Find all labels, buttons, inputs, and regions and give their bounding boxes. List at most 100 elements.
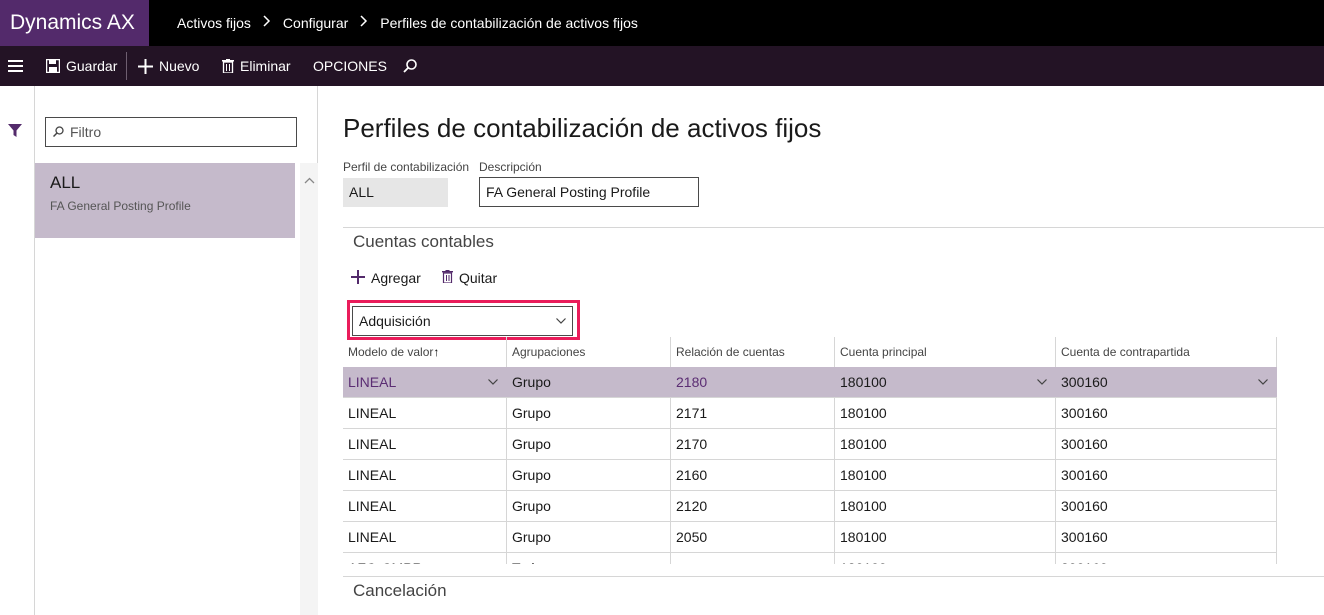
table-row[interactable]: LINEAL Grupo 2171 180100 300160 bbox=[343, 398, 1277, 429]
options-button-label: OPCIONES bbox=[313, 58, 387, 74]
new-button-label: Nuevo bbox=[159, 58, 200, 74]
chevron-down-icon bbox=[1258, 379, 1268, 385]
add-button-label: Agregar bbox=[371, 270, 421, 286]
filter-icon[interactable] bbox=[8, 124, 22, 143]
plus-icon bbox=[351, 269, 365, 287]
breadcrumb-item-posting-profiles[interactable]: Perfiles de contabilización de activos f… bbox=[380, 0, 638, 46]
delete-button-label: Eliminar bbox=[240, 58, 291, 74]
column-header-groupings[interactable]: Agrupaciones bbox=[507, 337, 671, 367]
cell-main-account[interactable]: 180100 bbox=[835, 398, 1056, 428]
cell-account-relation[interactable]: 2171 bbox=[671, 398, 835, 428]
cell-value-model[interactable]: LINEAL bbox=[343, 398, 507, 428]
breadcrumb-item-fixed-assets[interactable]: Activos fijos bbox=[177, 0, 251, 46]
list-item-title: ALL bbox=[50, 173, 81, 192]
cell-offset-account[interactable]: 300160 bbox=[1056, 522, 1277, 552]
plus-icon bbox=[138, 58, 153, 74]
chevron-up-icon bbox=[304, 177, 315, 184]
cell-offset-account[interactable]: 300160 bbox=[1056, 460, 1277, 490]
page-title: Perfiles de contabilización de activos f… bbox=[343, 113, 822, 143]
remove-button[interactable]: Quitar bbox=[442, 266, 497, 290]
cell-value-model[interactable]: LINEAL bbox=[343, 460, 507, 490]
column-header-account-relation[interactable]: Relación de cuentas bbox=[671, 337, 835, 367]
list-scrollbar[interactable] bbox=[300, 163, 318, 615]
filter-placeholder: Filtro bbox=[70, 124, 102, 140]
cell-offset-account[interactable]: 300160 bbox=[1056, 367, 1277, 397]
options-button[interactable]: OPCIONES bbox=[313, 46, 387, 86]
cell-main-account[interactable]: 180100 bbox=[835, 522, 1056, 552]
filter-pane-strip bbox=[0, 86, 35, 615]
cell-main-account[interactable]: 180100 bbox=[835, 553, 1056, 564]
section-divider bbox=[343, 576, 1324, 577]
cell-grouping[interactable]: Grupo bbox=[507, 491, 671, 521]
cell-offset-account[interactable]: 300160 bbox=[1056, 553, 1277, 564]
cell-value-model[interactable]: LINEAL bbox=[343, 491, 507, 521]
filter-input[interactable]: Filtro bbox=[45, 117, 297, 147]
cell-account-relation[interactable]: 2160 bbox=[671, 460, 835, 490]
section-title-disposal[interactable]: Cancelación bbox=[353, 581, 447, 601]
cell-account-relation[interactable]: 2180 bbox=[671, 367, 835, 397]
save-button[interactable]: Guardar bbox=[46, 46, 117, 86]
cell-offset-account[interactable]: 300160 bbox=[1056, 429, 1277, 459]
cell-main-account[interactable]: 180100 bbox=[835, 367, 1056, 397]
trash-icon bbox=[442, 270, 453, 286]
list-item-subtitle: FA General Posting Profile bbox=[50, 199, 191, 213]
cell-account-relation[interactable]: 2170 bbox=[671, 429, 835, 459]
cell-offset-account[interactable]: 300160 bbox=[1056, 491, 1277, 521]
table-row[interactable]: LINEAL Grupo 2120 180100 300160 bbox=[343, 491, 1277, 522]
new-button[interactable]: Nuevo bbox=[138, 46, 199, 86]
cell-account-relation[interactable]: 2120 bbox=[671, 491, 835, 521]
description-field[interactable]: FA General Posting Profile bbox=[479, 177, 699, 207]
cell-value-model[interactable]: LINEAL bbox=[343, 429, 507, 459]
description-label: Descripción bbox=[479, 160, 542, 174]
breadcrumb-item-setup[interactable]: Configurar bbox=[283, 0, 348, 46]
toolbar-divider bbox=[126, 52, 127, 80]
ledger-accounts-grid: Modelo de valor↑ Agrupaciones Relación d… bbox=[343, 337, 1277, 564]
navigation-list-pane: Filtro ALL FA General Posting Profile bbox=[35, 86, 318, 615]
cell-main-account[interactable]: 180100 bbox=[835, 491, 1056, 521]
delete-button[interactable]: Eliminar bbox=[222, 46, 291, 86]
cell-offset-account[interactable]: 300160 bbox=[1056, 398, 1277, 428]
cell-grouping[interactable]: Grupo bbox=[507, 522, 671, 552]
profile-field[interactable]: ALL bbox=[343, 178, 448, 207]
table-row[interactable]: LINEAL Grupo 2180 180100 300160 bbox=[343, 367, 1277, 398]
cell-grouping[interactable]: Grupo bbox=[507, 429, 671, 459]
trash-icon bbox=[222, 59, 234, 73]
cell-main-account[interactable]: 180100 bbox=[835, 429, 1056, 459]
list-item[interactable]: ALL FA General Posting Profile bbox=[35, 163, 295, 238]
cell-value-model[interactable]: LINEAL bbox=[343, 522, 507, 552]
cell-value-model[interactable]: LINEAL bbox=[343, 367, 507, 397]
chevron-down-icon bbox=[556, 318, 566, 324]
column-header-value-model[interactable]: Modelo de valor↑ bbox=[343, 337, 507, 367]
table-row[interactable]: LINEAL Grupo 2170 180100 300160 bbox=[343, 429, 1277, 460]
remove-button-label: Quitar bbox=[459, 270, 498, 286]
top-navigation-bar: Dynamics AX Activos fijos Configurar Per… bbox=[0, 0, 1324, 46]
column-header-main-account[interactable]: Cuenta principal bbox=[835, 337, 1056, 367]
search-button[interactable] bbox=[403, 46, 417, 86]
chevron-right-icon bbox=[360, 0, 368, 46]
hamburger-menu-button[interactable] bbox=[8, 46, 23, 86]
sort-ascending-icon: ↑ bbox=[433, 345, 440, 359]
chevron-down-icon bbox=[488, 379, 498, 385]
profile-label: Perfil de contabilización bbox=[343, 160, 470, 174]
cell-value-model[interactable]: AFO-CMPR bbox=[343, 553, 507, 564]
transaction-type-dropdown[interactable]: Adquisición bbox=[352, 306, 573, 336]
table-row[interactable]: LINEAL Grupo 2050 180100 300160 bbox=[343, 522, 1277, 553]
cell-grouping[interactable]: Grupo bbox=[507, 460, 671, 490]
cell-account-relation[interactable]: 2050 bbox=[671, 522, 835, 552]
cell-grouping[interactable]: Grupo bbox=[507, 398, 671, 428]
grid-header: Modelo de valor↑ Agrupaciones Relación d… bbox=[343, 337, 1277, 367]
add-button[interactable]: Agregar bbox=[351, 266, 421, 290]
table-row[interactable]: AFO-CMPR Todos 180100 300160 bbox=[343, 553, 1277, 564]
save-button-label: Guardar bbox=[66, 58, 118, 74]
table-row[interactable]: LINEAL Grupo 2160 180100 300160 bbox=[343, 460, 1277, 491]
cell-account-relation[interactable] bbox=[671, 553, 835, 564]
cell-grouping[interactable]: Grupo bbox=[507, 367, 671, 397]
section-title-ledger-accounts[interactable]: Cuentas contables bbox=[353, 232, 494, 252]
cell-grouping[interactable]: Todos bbox=[507, 553, 671, 564]
app-title[interactable]: Dynamics AX bbox=[0, 0, 149, 46]
search-icon bbox=[53, 126, 64, 137]
column-header-offset-account[interactable]: Cuenta de contrapartida bbox=[1056, 337, 1277, 367]
chevron-down-icon bbox=[1037, 379, 1047, 385]
section-divider bbox=[343, 227, 1324, 228]
cell-main-account[interactable]: 180100 bbox=[835, 460, 1056, 490]
